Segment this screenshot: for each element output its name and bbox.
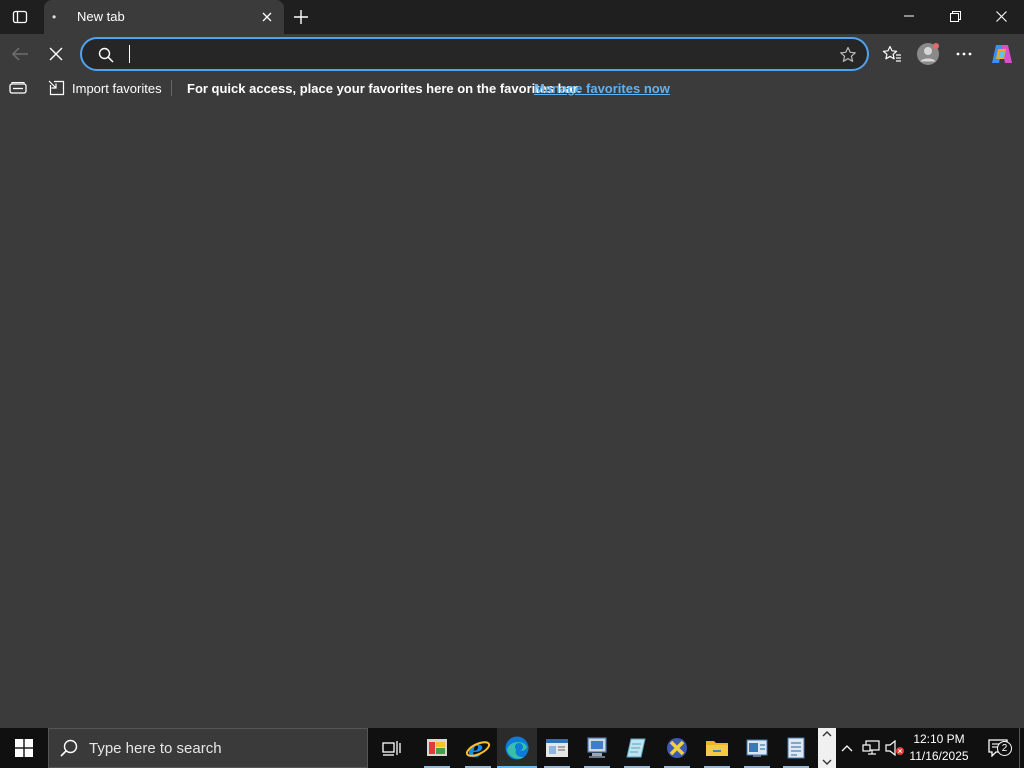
page-content [0, 102, 1024, 728]
stop-button[interactable] [41, 38, 71, 70]
taskbar-app-window[interactable] [537, 728, 577, 768]
window-app-icon [546, 739, 568, 757]
title-bar: • New tab [0, 0, 1024, 34]
more-icon [956, 52, 972, 56]
control-panel-icon [427, 739, 447, 756]
search-icon [49, 739, 89, 757]
address-input[interactable] [126, 43, 826, 65]
profile-button[interactable] [913, 38, 943, 70]
task-view-icon [382, 741, 401, 756]
profile-icon [917, 43, 939, 65]
tab-actions-icon[interactable] [5, 4, 35, 30]
taskbar-app-internet-explorer[interactable]: e [458, 728, 498, 768]
loading-dot-icon: • [52, 10, 57, 24]
taskbar-scroller[interactable] [818, 728, 836, 768]
volume-button[interactable] [884, 728, 906, 768]
stop-icon [49, 47, 63, 61]
restore-button[interactable] [932, 0, 978, 32]
taskbar-app-notepad[interactable] [617, 728, 657, 768]
minimize-button[interactable] [886, 0, 932, 32]
notification-center-button[interactable]: 2 [980, 728, 1016, 768]
favorites-bar: Import favorites For quick access, place… [0, 74, 1024, 102]
folder-icon [706, 741, 728, 756]
network-icon [862, 740, 880, 755]
close-icon[interactable] [258, 8, 276, 26]
close-icon [995, 10, 1007, 22]
favorites-button[interactable] [877, 38, 907, 70]
favorites-icon [882, 45, 901, 62]
taskbar-app-system[interactable] [737, 728, 777, 768]
x-tool-icon [667, 738, 687, 758]
taskbar-app-control-panel[interactable] [417, 728, 457, 768]
close-window-button[interactable] [978, 0, 1024, 32]
windows-logo-icon [15, 739, 33, 757]
clock-time: 12:10 PM [913, 732, 965, 746]
clock-date: 11/16/2025 [909, 749, 969, 763]
search-icon [96, 45, 116, 65]
show-hidden-icons-button[interactable] [838, 728, 856, 768]
notification-count-badge: 2 [997, 741, 1012, 756]
monitor-app-icon [587, 737, 607, 758]
show-desktop-button[interactable] [1019, 728, 1024, 768]
import-favorites-label: Import favorites [72, 80, 162, 96]
network-button[interactable] [860, 728, 882, 768]
back-arrow-icon [11, 47, 28, 61]
chevron-down-icon [822, 759, 832, 765]
task-view-button[interactable] [372, 728, 412, 768]
toolbar [0, 34, 1024, 74]
favorites-message: For quick access, place your favorites h… [187, 81, 581, 96]
taskbar-app-file-explorer[interactable] [697, 728, 737, 768]
import-icon [48, 80, 65, 96]
tab-new-tab[interactable]: • New tab [44, 0, 284, 34]
workspaces-icon[interactable] [8, 80, 28, 96]
add-favorite-button[interactable] [837, 44, 859, 66]
chevron-up-icon [822, 731, 832, 737]
show-hidden-icons-icon [841, 745, 853, 752]
system-clock[interactable]: 12:10 PM 11/16/2025 [908, 731, 970, 765]
manage-favorites-link[interactable]: Manage favorites now [534, 81, 670, 96]
taskbar-app-tool[interactable] [657, 728, 697, 768]
taskbar-app-edge[interactable] [497, 728, 537, 768]
start-button[interactable] [0, 728, 48, 768]
favorites-divider [171, 80, 172, 96]
taskbar-search[interactable]: Type here to search [48, 728, 368, 768]
restore-icon [949, 10, 961, 22]
copilot-button[interactable] [987, 38, 1017, 70]
new-tab-button[interactable] [288, 4, 314, 30]
back-button[interactable] [5, 38, 35, 70]
import-favorites-button[interactable]: Import favorites [48, 77, 162, 99]
internet-explorer-icon: e [465, 735, 491, 761]
notepad-icon [626, 738, 646, 758]
address-bar[interactable] [80, 37, 869, 71]
volume-muted-icon [885, 740, 904, 756]
copilot-icon [992, 45, 1012, 63]
tab-title: New tab [77, 9, 125, 24]
taskbar-app-document[interactable] [776, 728, 816, 768]
minimize-icon [904, 15, 914, 17]
taskbar-search-placeholder: Type here to search [89, 739, 222, 757]
text-caret [129, 45, 130, 63]
star-icon [840, 46, 856, 62]
taskbar: Type here to search e 12:10 PM 11/16/202… [0, 728, 1024, 768]
edge-icon [505, 736, 529, 760]
system-app-icon [746, 739, 768, 757]
plus-icon [294, 10, 308, 24]
document-app-icon [787, 737, 805, 759]
more-button[interactable] [949, 38, 979, 70]
taskbar-app-monitor[interactable] [577, 728, 617, 768]
